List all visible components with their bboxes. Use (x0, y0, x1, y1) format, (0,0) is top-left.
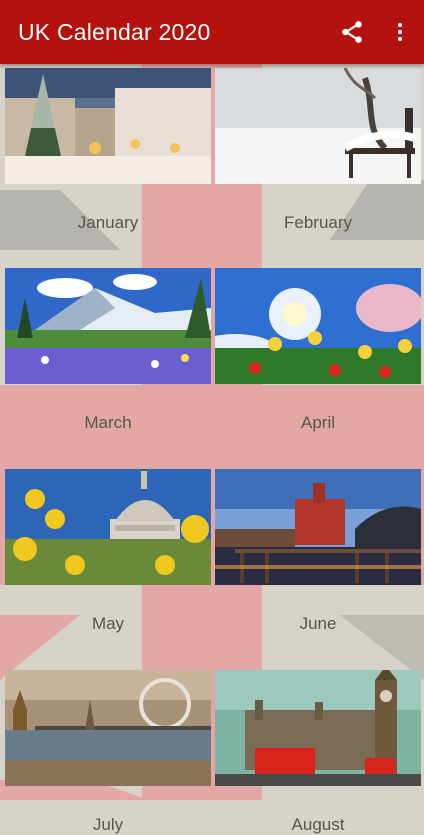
july-image (5, 670, 211, 786)
month-card-march[interactable]: March (5, 268, 211, 432)
share-button[interactable] (328, 0, 376, 64)
month-label: February (283, 213, 353, 232)
month-label: June (299, 614, 337, 633)
share-icon (342, 21, 362, 43)
month-card-april[interactable]: April (215, 268, 421, 432)
month-card-may[interactable]: May (5, 469, 211, 633)
february-image (215, 68, 421, 184)
april-image (215, 268, 421, 384)
month-card-june[interactable]: June (215, 469, 421, 633)
august-image (215, 670, 421, 786)
month-card-august[interactable]: August (215, 670, 421, 834)
month-label: January (77, 213, 139, 232)
month-label: April (300, 413, 335, 432)
month-card-july[interactable]: July (5, 670, 211, 834)
month-card-january[interactable]: January (5, 68, 211, 232)
more-options-button[interactable] (376, 0, 424, 64)
march-image (5, 268, 211, 384)
june-image (215, 469, 421, 585)
month-label: March (84, 413, 132, 432)
month-label: May (91, 614, 125, 633)
month-card-february[interactable]: February (215, 68, 421, 232)
more-vertical-icon (398, 23, 402, 41)
may-image (5, 469, 211, 585)
app-title: UK Calendar 2020 (18, 18, 211, 45)
month-label: July (92, 815, 124, 834)
app-bar: UK Calendar 2020 (0, 0, 424, 64)
january-image (5, 68, 211, 184)
month-label: August (291, 815, 345, 834)
